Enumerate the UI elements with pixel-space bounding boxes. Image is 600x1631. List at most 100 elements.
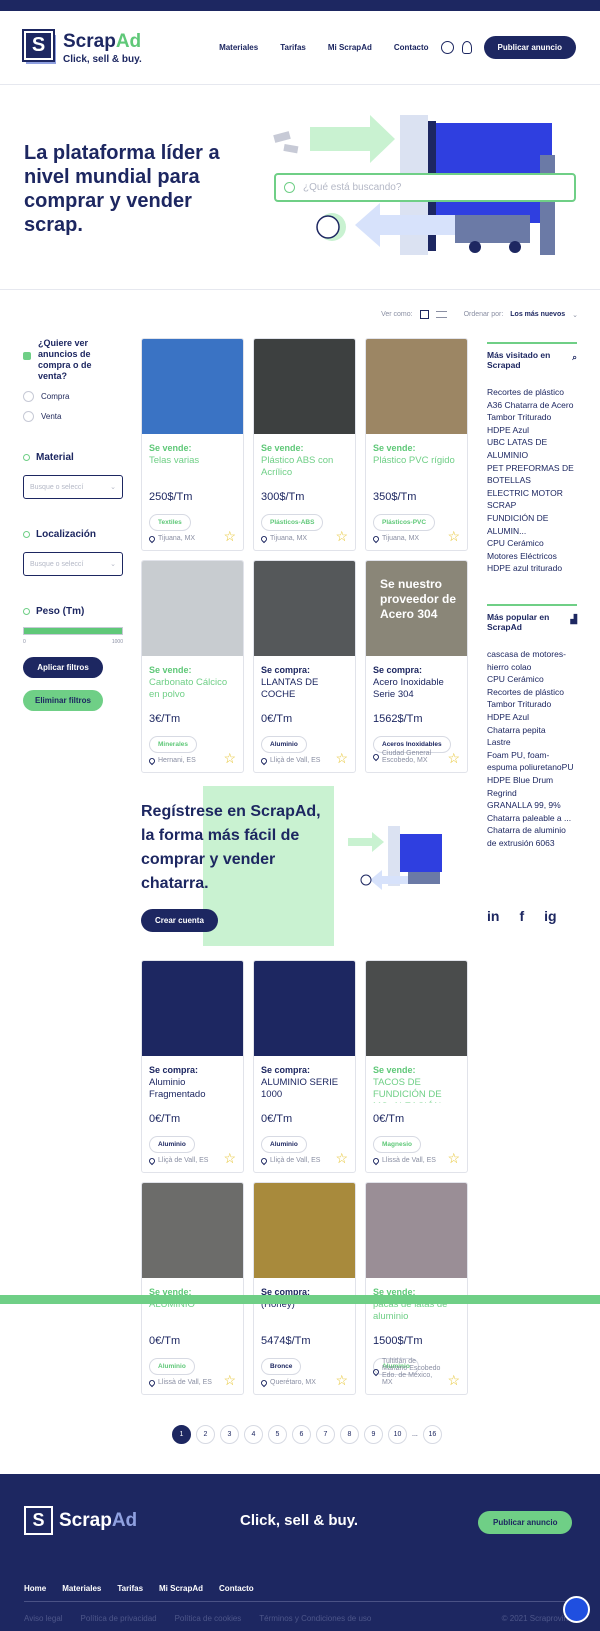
favorite-star-icon[interactable]: ☆ [335, 529, 348, 543]
listing-image[interactable] [142, 1183, 243, 1278]
globe-icon[interactable] [440, 41, 454, 54]
sidebar-link[interactable]: Recortes de plástico [487, 386, 577, 399]
listing-image[interactable] [366, 961, 467, 1056]
favorite-star-icon[interactable]: ☆ [223, 529, 236, 543]
listing-image[interactable] [142, 961, 243, 1056]
footer-publish-button[interactable]: Publicar anuncio [478, 1511, 573, 1534]
clear-filters-button[interactable]: Eliminar filtros [23, 690, 103, 711]
listing-title[interactable]: Telas varias [149, 455, 236, 481]
listing-card[interactable]: Se vende: Carbonato Cálcico en polvo 3€/Tm… [141, 560, 244, 773]
listing-image[interactable] [366, 339, 467, 434]
facebook-icon[interactable]: f [519, 908, 524, 924]
favorite-star-icon[interactable]: ☆ [447, 1151, 460, 1165]
footer-link-mi-scrapad[interactable]: Mi ScrapAd [159, 1584, 203, 1593]
page-button[interactable]: 3 [220, 1425, 239, 1444]
nav-materiales[interactable]: Materiales [219, 43, 258, 52]
listing-title[interactable]: ALUMINIO SERIE 1000 [261, 1077, 348, 1103]
weight-slider[interactable] [23, 627, 123, 635]
page-button[interactable]: 5 [268, 1425, 287, 1444]
listing-card[interactable]: Se compra: LLANTAS DE COCHE 0€/Tm Aluminio L… [253, 560, 356, 773]
legal-terminos[interactable]: Términos y Condiciones de uso [259, 1614, 371, 1623]
linkedin-icon[interactable]: in [487, 908, 499, 924]
sidebar-link[interactable]: ELECTRIC MOTOR SCRAP [487, 487, 577, 512]
sidebar-link[interactable]: cascasa de motores-hierro colao [487, 648, 577, 673]
radio-compra[interactable]: Compra [23, 391, 123, 402]
listing-title[interactable]: Plástico ABS con Acrílico [261, 455, 348, 481]
listing-tag[interactable]: Aluminio [261, 736, 307, 753]
listing-title[interactable]: Plástico PVC rígido [373, 455, 460, 481]
sidebar-link[interactable]: Regrind [487, 787, 577, 800]
sidebar-link[interactable]: HDPE azul triturado [487, 562, 577, 575]
favorite-star-icon[interactable]: ☆ [223, 751, 236, 765]
favorite-star-icon[interactable]: ☆ [335, 1151, 348, 1165]
listing-card[interactable]: Se vende: Plástico PVC rígido 350$/Tm Plást… [365, 338, 468, 551]
sidebar-link[interactable]: PET PREFORMAS DE BOTELLAS [487, 462, 577, 487]
footer-link-tarifas[interactable]: Tarifas [117, 1584, 143, 1593]
sidebar-link[interactable]: Foam PU, foam-espuma poliuretanoPU [487, 749, 577, 774]
listing-tag[interactable]: Magnesio [373, 1136, 421, 1153]
listing-card[interactable]: Se compra: Acero Inoxidable Serie 304 1562… [365, 560, 468, 773]
logo[interactable]: S ScrapAd Click, sell & buy. [22, 29, 142, 65]
sidebar-link[interactable]: Chatarra de aluminio de extrusión 6063 [487, 824, 577, 849]
footer-link-contacto[interactable]: Contacto [219, 1584, 254, 1593]
sidebar-link[interactable]: HDPE Azul [487, 711, 577, 724]
listing-card[interactable]: Se vende: Telas varias 250$/Tm Textiles Tiju… [141, 338, 244, 551]
listing-image[interactable] [254, 339, 355, 434]
listing-image[interactable] [254, 1183, 355, 1278]
listing-card[interactable]: Se compra: Aluminio Fragmentado 0€/Tm Alumi… [141, 960, 244, 1173]
page-button[interactable]: 10 [388, 1425, 407, 1444]
sidebar-link[interactable]: HDPE Blue Drum [487, 774, 577, 787]
listing-tag[interactable]: Plásticos-PVC [373, 514, 436, 531]
grid-view-icon[interactable] [419, 310, 429, 319]
location-select[interactable]: Busque o seleccí ⌄ [23, 552, 123, 576]
listing-title[interactable]: Acero Inoxidable Serie 304 [373, 677, 460, 703]
listing-card[interactable]: Se compra: ALUMINIO SERIE 1000 0€/Tm Alumin… [253, 960, 356, 1173]
chat-bubble-icon[interactable] [563, 1596, 590, 1623]
page-button[interactable]: 6 [292, 1425, 311, 1444]
favorite-star-icon[interactable]: ☆ [447, 529, 460, 543]
listing-tag[interactable]: Plásticos-ABS [261, 514, 324, 531]
listing-tag[interactable]: Aluminio [261, 1136, 307, 1153]
nav-contacto[interactable]: Contacto [394, 43, 429, 52]
listing-card[interactable]: Se vende: Plástico ABS con Acrílico 300$/T… [253, 338, 356, 551]
page-button[interactable]: 9 [364, 1425, 383, 1444]
listing-title[interactable]: TACOS DE FUNDICIÓN DE MG. ALEACIÓN AZ9..… [373, 1077, 460, 1103]
sidebar-link[interactable]: GRANALLA 99, 9% [487, 799, 577, 812]
listing-card[interactable]: Se vende: pacas de latas de aluminio 1500$… [365, 1182, 468, 1395]
sidebar-link[interactable]: Lastre [487, 736, 577, 749]
footer-link-materiales[interactable]: Materiales [62, 1584, 101, 1593]
sidebar-link[interactable]: Chatarra paleable a ... [487, 812, 577, 825]
page-button[interactable]: 2 [196, 1425, 215, 1444]
legal-aviso[interactable]: Aviso legal [24, 1614, 63, 1623]
search-bar[interactable]: ¿Qué está buscando? [274, 173, 576, 202]
publish-button[interactable]: Publicar anuncio [483, 36, 576, 59]
sidebar-link[interactable]: Chatarra pepita [487, 724, 577, 737]
sidebar-link[interactable]: Motores Eléctricos [487, 550, 577, 563]
listing-tag[interactable]: Aluminio [149, 1136, 195, 1153]
sidebar-link[interactable]: HDPE Azul [487, 424, 577, 437]
page-button-last[interactable]: 16 [422, 1425, 442, 1444]
list-view-icon[interactable] [435, 311, 447, 318]
listing-title[interactable]: Carbonato Cálcico en polvo [149, 677, 236, 703]
apply-filters-button[interactable]: Aplicar filtros [23, 657, 103, 678]
listing-image[interactable] [254, 561, 355, 656]
favorite-star-icon[interactable]: ☆ [223, 1151, 236, 1165]
listing-title[interactable]: Aluminio Fragmentado [149, 1077, 236, 1103]
sidebar-link[interactable]: FUNDICIÓN DE ALUMIN... [487, 512, 577, 537]
radio-venta[interactable]: Venta [23, 411, 123, 422]
favorite-star-icon[interactable]: ☆ [447, 751, 460, 765]
listing-card[interactable]: Se vende: TACOS DE FUNDICIÓN DE MG. ALEAC… [365, 960, 468, 1173]
page-button[interactable]: 4 [244, 1425, 263, 1444]
listing-image[interactable] [366, 1183, 467, 1278]
chevron-down-icon[interactable]: ⌄ [572, 311, 578, 319]
legal-cookies[interactable]: Política de cookies [175, 1614, 242, 1623]
nav-mi-scrapad[interactable]: Mi ScrapAd [328, 43, 372, 52]
favorite-star-icon[interactable]: ☆ [447, 1373, 460, 1387]
sidebar-link[interactable]: CPU Cerámico [487, 537, 577, 550]
favorite-star-icon[interactable]: ☆ [335, 751, 348, 765]
page-button[interactable]: 7 [316, 1425, 335, 1444]
listing-tag[interactable]: Aluminio [149, 1358, 195, 1375]
listing-title[interactable]: LLANTAS DE COCHE [261, 677, 348, 703]
listing-image[interactable] [254, 961, 355, 1056]
user-icon[interactable] [461, 41, 472, 54]
